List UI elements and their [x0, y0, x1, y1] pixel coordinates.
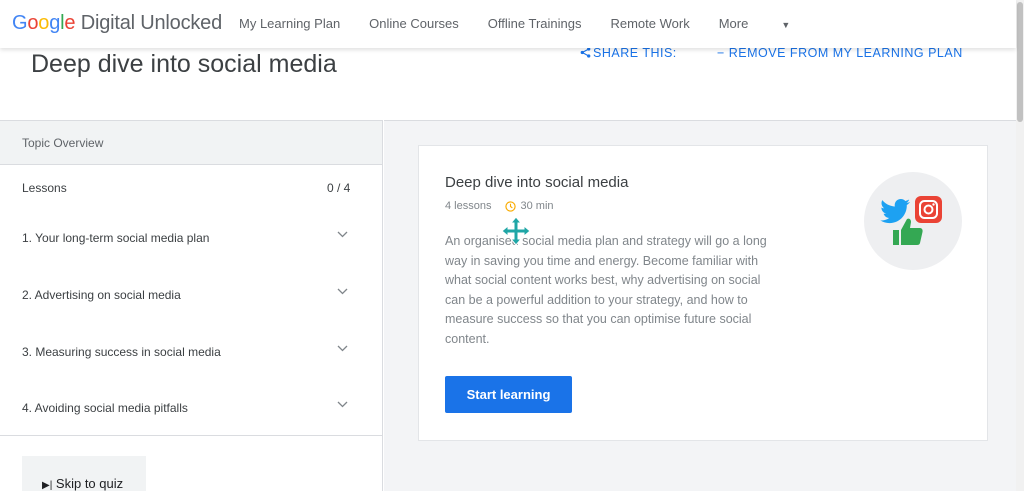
page-title: Deep dive into social media — [31, 50, 337, 78]
share-icon — [580, 47, 591, 58]
google-digital-unlocked-logo[interactable]: Google Digital Unlocked — [12, 12, 222, 35]
nav-more-label: More — [718, 16, 749, 31]
move-cursor-icon — [501, 216, 531, 246]
lesson-sidebar: Topic Overview Lessons 0 / 4 1. Your lon… — [0, 120, 383, 491]
lesson-item-2[interactable]: 2. Advertising on social media — [22, 288, 181, 302]
top-navigation-bar: Google Digital Unlocked My Learning Plan… — [0, 0, 1016, 48]
course-card: Deep dive into social media 4 lessons 30… — [418, 145, 988, 441]
lessons-label: Lessons — [22, 181, 67, 195]
chevron-down-icon[interactable] — [337, 288, 348, 295]
lesson-item-4[interactable]: 4. Avoiding social media pitfalls — [22, 401, 188, 415]
main-nav: My Learning Plan Online Courses Offline … — [239, 16, 848, 31]
share-link[interactable]: SHARE THIS: — [580, 46, 677, 60]
social-icons — [880, 196, 942, 245]
social-media-illustration — [864, 172, 962, 270]
start-learning-button[interactable]: Start learning — [445, 376, 572, 413]
chevron-down-icon[interactable] — [337, 231, 348, 238]
instagram-icon — [915, 196, 942, 223]
minus-icon: − — [717, 46, 729, 60]
lesson-item-3[interactable]: 3. Measuring success in social media — [22, 345, 221, 359]
skip-to-quiz-button[interactable]: ▶| Skip to quiz — [22, 456, 146, 491]
nav-more[interactable]: More ▼ — [719, 16, 820, 31]
course-description: An organised social media plan and strat… — [445, 234, 767, 346]
lesson-item-1[interactable]: 1. Your long-term social media plan — [22, 231, 209, 245]
card-title: Deep dive into social media — [445, 174, 629, 191]
course-meta: 4 lessons 30 min — [445, 200, 554, 212]
nav-offline-trainings[interactable]: Offline Trainings — [488, 16, 582, 31]
caret-down-icon: ▼ — [781, 20, 791, 30]
clock-icon — [505, 200, 517, 212]
nav-my-learning-plan[interactable]: My Learning Plan — [239, 16, 340, 31]
remove-from-plan-link[interactable]: − REMOVE FROM MY LEARNING PLAN — [717, 46, 963, 60]
twitter-icon — [880, 199, 910, 224]
chevron-down-icon[interactable] — [337, 345, 348, 352]
share-label: SHARE THIS: — [593, 46, 677, 60]
skip-quiz-label: Skip to quiz — [55, 476, 124, 491]
nav-remote-work[interactable]: Remote Work — [610, 16, 689, 31]
lessons-progress-count: 0 / 4 — [327, 181, 351, 195]
chevron-down-icon[interactable] — [337, 401, 348, 408]
topic-overview-header[interactable]: Topic Overview — [0, 121, 382, 165]
duration: 30 min — [520, 200, 554, 212]
thumbs-up-icon — [893, 218, 923, 245]
page-scrollbar[interactable] — [1016, 0, 1024, 491]
skip-next-icon: ▶| — [42, 480, 53, 491]
nav-online-courses[interactable]: Online Courses — [369, 16, 459, 31]
sidebar-divider — [0, 435, 382, 436]
remove-label: REMOVE FROM MY LEARNING PLAN — [728, 46, 963, 60]
scrollbar-thumb[interactable] — [1017, 2, 1023, 122]
lessons-count: 4 lessons — [445, 200, 492, 212]
